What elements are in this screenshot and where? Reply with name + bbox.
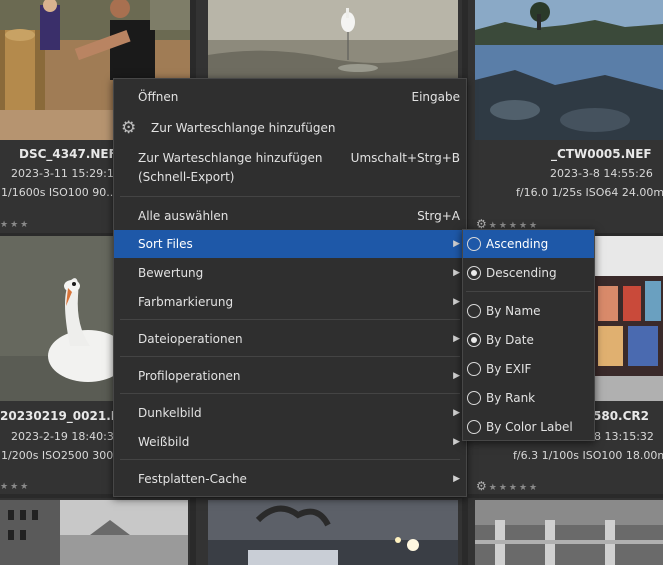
star-icon[interactable]: ★★★★★ — [489, 483, 539, 493]
menu-separator — [120, 459, 460, 460]
file-date: 8 13:15:32 — [594, 430, 654, 443]
submenu-arrow-icon: ▶ — [453, 297, 460, 307]
submenu-arrow-icon: ▶ — [453, 268, 460, 278]
file-name: 20230219_0021.DN — [0, 409, 131, 423]
menu-item-label: Alle auswählen — [138, 209, 229, 223]
menu-separator — [120, 393, 460, 394]
submenu-item-label: By Rank — [486, 391, 536, 405]
submenu-item-by-name[interactable]: By Name — [463, 297, 594, 325]
menu-item-label: Zur Warteschlange hinzufügen — [151, 121, 336, 135]
gear-icon: ⚙ — [121, 118, 137, 138]
radio-icon[interactable] — [467, 333, 481, 347]
menu-separator — [120, 356, 460, 357]
rating-stars[interactable]: ★★★ — [0, 220, 30, 230]
file-exif: 1/200s ISO2500 300 — [1, 449, 114, 462]
radio-icon[interactable] — [467, 391, 481, 405]
sort-files-submenu: Ascending Descending By Name By Date By … — [462, 229, 595, 441]
submenu-item-label: By Color Label — [486, 420, 573, 434]
menu-item-label: Profiloperationen — [138, 369, 241, 383]
submenu-item-by-color-label[interactable]: By Color Label — [463, 413, 594, 441]
thumbnail-image[interactable] — [208, 0, 458, 78]
file-name: 580.CR2 — [593, 409, 650, 423]
thumbnail-cell[interactable] — [0, 498, 190, 565]
star-icon[interactable]: ★★★ — [0, 220, 30, 230]
submenu-arrow-icon: ▶ — [453, 239, 460, 249]
gear-icon[interactable]: ⚙ — [476, 479, 487, 493]
thumbnail-image[interactable] — [475, 500, 663, 565]
menu-item-select-all[interactable]: Alle auswählen Strg+A — [114, 202, 466, 230]
radio-icon[interactable] — [467, 304, 481, 318]
submenu-arrow-icon: ▶ — [453, 334, 460, 344]
submenu-item-label: Ascending — [486, 237, 549, 251]
submenu-item-label: By Date — [486, 333, 534, 347]
menu-item-shortcut: Umschalt+Strg+B — [350, 151, 460, 165]
thumbnail-cell[interactable]: _CTW0005.NEF 2023-3-8 14:55:26 f/16.0 1/… — [468, 0, 663, 233]
submenu-item-descending[interactable]: Descending — [463, 259, 594, 287]
rating-stars[interactable]: ★★★ — [0, 482, 30, 492]
submenu-item-by-exif[interactable]: By EXIF — [463, 355, 594, 383]
thumbnail-image[interactable] — [0, 500, 188, 565]
submenu-arrow-icon: ▶ — [453, 474, 460, 484]
context-menu: Öffnen Eingabe ⚙ Zur Warteschlange hinzu… — [113, 78, 467, 497]
menu-item-label: Farbmarkierung — [138, 295, 234, 309]
submenu-item-label: By EXIF — [486, 362, 532, 376]
menu-item-rating[interactable]: Bewertung ▶ — [114, 259, 466, 287]
menu-item-label: Weißbild — [138, 435, 190, 449]
star-icon[interactable]: ★★★ — [0, 482, 30, 492]
menu-item-label: Zur Warteschlange hinzufügen — [138, 151, 323, 165]
menu-item-shortcut: Strg+A — [417, 209, 460, 223]
radio-icon[interactable] — [467, 237, 481, 251]
rating-stars[interactable]: ⚙ ★★★★★ — [476, 479, 539, 493]
submenu-item-by-rank[interactable]: By Rank — [463, 384, 594, 412]
submenu-item-by-date[interactable]: By Date — [463, 326, 594, 354]
menu-item-label: Dunkelbild — [138, 406, 202, 420]
menu-item-label: Sort Files — [138, 237, 193, 251]
thumbnail-cell[interactable] — [468, 498, 663, 565]
submenu-item-ascending[interactable]: Ascending — [463, 230, 594, 258]
file-exif: 1/1600s ISO100 90... — [1, 186, 117, 199]
radio-icon[interactable] — [467, 420, 481, 434]
radio-icon[interactable] — [467, 362, 481, 376]
file-exif: f/16.0 1/25s ISO64 24.00m — [516, 186, 663, 199]
submenu-item-label: By Name — [486, 304, 541, 318]
menu-item-add-to-queue-fast-export[interactable]: Zur Warteschlange hinzufügen (Schnell-Ex… — [114, 148, 466, 188]
menu-item-flat-field[interactable]: Weißbild ▶ — [114, 428, 466, 456]
menu-item-shortcut: Eingabe — [411, 90, 461, 104]
thumbnail-image[interactable] — [475, 0, 663, 140]
menu-item-label-secondary: (Schnell-Export) — [138, 170, 235, 184]
submenu-item-label: Descending — [486, 266, 557, 280]
menu-item-label: Öffnen — [138, 90, 179, 104]
menu-separator — [466, 291, 591, 292]
menu-item-profile-operations[interactable]: Profiloperationen ▶ — [114, 362, 466, 390]
file-name: _CTW0005.NEF — [551, 147, 652, 161]
menu-item-file-operations[interactable]: Dateioperationen ▶ — [114, 325, 466, 353]
thumbnail-image[interactable] — [593, 236, 663, 401]
menu-item-color-label[interactable]: Farbmarkierung ▶ — [114, 288, 466, 316]
file-exif: f/6.3 1/100s ISO100 18.00m — [513, 449, 663, 462]
menu-item-add-to-queue[interactable]: ⚙ Zur Warteschlange hinzufügen — [114, 114, 466, 142]
menu-item-label: Dateioperationen — [138, 332, 243, 346]
file-name: DSC_4347.NEF — [19, 147, 117, 161]
menu-item-disk-cache[interactable]: Festplatten-Cache ▶ — [114, 465, 466, 493]
file-date: 2023-3-11 15:29:19 — [11, 167, 121, 180]
submenu-arrow-icon: ▶ — [453, 437, 460, 447]
menu-item-sort-files[interactable]: Sort Files ▶ — [114, 230, 466, 258]
menu-item-label: Bewertung — [138, 266, 204, 280]
menu-separator — [120, 319, 460, 320]
menu-item-label: Festplatten-Cache — [138, 472, 247, 486]
radio-icon[interactable] — [467, 266, 481, 280]
thumbnail-cell[interactable] — [196, 498, 462, 565]
menu-item-open[interactable]: Öffnen Eingabe — [114, 83, 466, 111]
menu-separator — [120, 196, 460, 197]
file-date: 2023-3-8 14:55:26 — [550, 167, 653, 180]
menu-item-dark-frame[interactable]: Dunkelbild ▶ — [114, 399, 466, 427]
submenu-arrow-icon: ▶ — [453, 408, 460, 418]
submenu-arrow-icon: ▶ — [453, 371, 460, 381]
file-date: 2023-2-19 18:40:33 — [11, 430, 121, 443]
thumbnail-image[interactable] — [208, 500, 458, 565]
